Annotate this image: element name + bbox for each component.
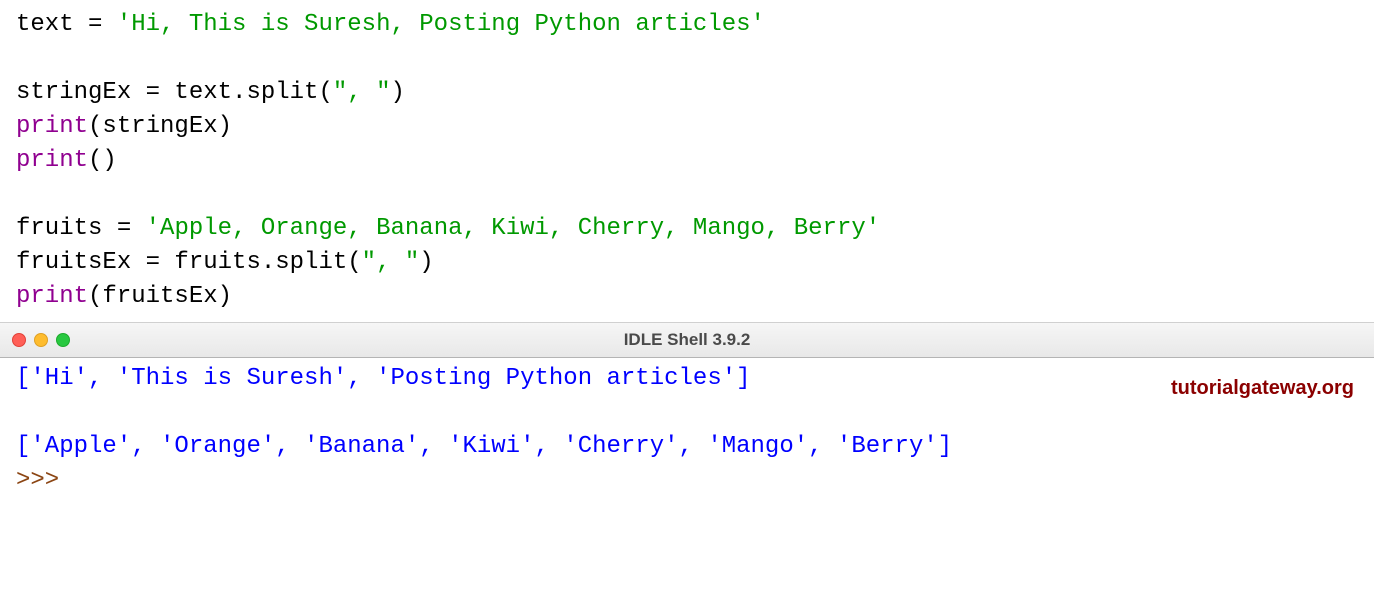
close-button[interactable] (12, 333, 26, 347)
code-line: print(stringEx) (16, 110, 1358, 144)
minimize-button[interactable] (34, 333, 48, 347)
code-token: fruits.split( (160, 249, 362, 276)
code-token: 'Hi, This is Suresh, Posting Python arti… (117, 11, 765, 38)
code-token: text (16, 11, 88, 38)
code-token: 'Apple, Orange, Banana, Kiwi, Cherry, Ma… (146, 215, 881, 242)
shell-window-titlebar: IDLE Shell 3.9.2 (0, 322, 1374, 358)
code-token: = (88, 11, 102, 38)
code-token: print (16, 113, 88, 140)
maximize-button[interactable] (56, 333, 70, 347)
code-token: stringEx (16, 79, 146, 106)
code-token: = (146, 79, 160, 106)
code-token: () (88, 147, 117, 174)
output-line: ['Hi', 'This is Suresh', 'Posting Python… (16, 362, 1358, 396)
code-line (16, 178, 1358, 212)
code-token: >>> (16, 467, 74, 494)
code-line: print() (16, 144, 1358, 178)
output-line (16, 396, 1358, 430)
code-token: = (146, 249, 160, 276)
code-token: = (117, 215, 131, 242)
code-token (131, 215, 145, 242)
code-token: ", " (333, 79, 391, 106)
code-line (16, 42, 1358, 76)
shell-output-area[interactable]: ['Hi', 'This is Suresh', 'Posting Python… (0, 358, 1374, 502)
code-token: (fruitsEx) (88, 283, 232, 310)
shell-window-title: IDLE Shell 3.9.2 (624, 328, 751, 352)
code-token: ) (390, 79, 404, 106)
code-token: text.split( (160, 79, 333, 106)
output-line: >>> (16, 464, 1358, 498)
watermark-text: tutorialgateway.org (1171, 374, 1354, 402)
traffic-lights (12, 333, 70, 347)
code-token: ) (419, 249, 433, 276)
code-line: fruitsEx = fruits.split(", ") (16, 246, 1358, 280)
code-token: ['Hi', 'This is Suresh', 'Posting Python… (16, 365, 751, 392)
code-token (102, 11, 116, 38)
code-line: stringEx = text.split(", ") (16, 76, 1358, 110)
code-line: text = 'Hi, This is Suresh, Posting Pyth… (16, 8, 1358, 42)
output-line: ['Apple', 'Orange', 'Banana', 'Kiwi', 'C… (16, 430, 1358, 464)
code-editor-area[interactable]: text = 'Hi, This is Suresh, Posting Pyth… (0, 0, 1374, 322)
code-token: print (16, 283, 88, 310)
code-token: (stringEx) (88, 113, 232, 140)
code-token: print (16, 147, 88, 174)
code-token: ", " (362, 249, 420, 276)
code-token: fruitsEx (16, 249, 146, 276)
code-line: print(fruitsEx) (16, 280, 1358, 314)
code-token: fruits (16, 215, 117, 242)
code-token: ['Apple', 'Orange', 'Banana', 'Kiwi', 'C… (16, 433, 952, 460)
code-line: fruits = 'Apple, Orange, Banana, Kiwi, C… (16, 212, 1358, 246)
